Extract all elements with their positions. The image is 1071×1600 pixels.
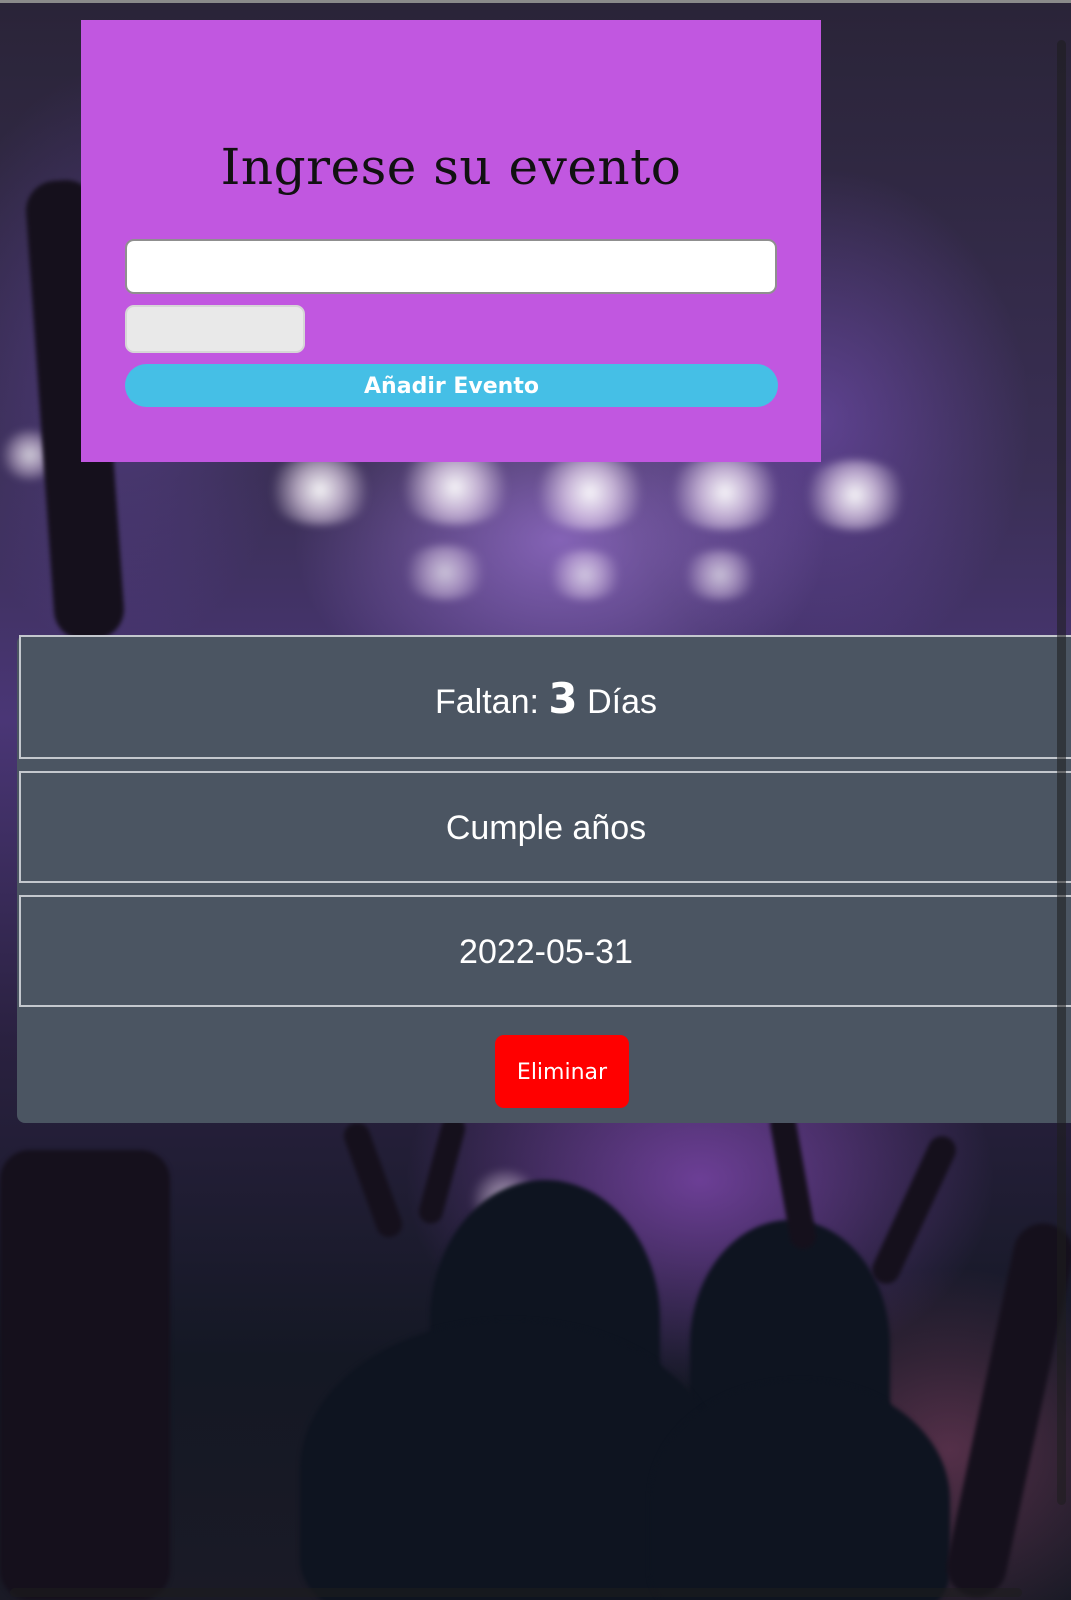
event-date: 2022-05-31	[459, 933, 633, 971]
countdown-suffix: Días	[587, 683, 657, 721]
event-name-input[interactable]	[125, 239, 777, 294]
horizontal-scrollbar[interactable]	[10, 1588, 1022, 1597]
event-card: Faltan: 3 Días Cumple años 2022-05-31 El…	[17, 635, 1071, 1123]
event-date-input[interactable]	[125, 305, 305, 353]
countdown-prefix: Faltan:	[434, 683, 539, 721]
vertical-scrollbar[interactable]	[1057, 40, 1066, 1505]
countdown-row: Faltan: 3 Días	[19, 635, 1071, 759]
days-remaining: 3	[548, 674, 578, 723]
event-date-row: 2022-05-31	[19, 895, 1071, 1007]
event-name: Cumple años	[445, 809, 647, 847]
delete-event-button[interactable]: Eliminar	[495, 1035, 629, 1108]
form-title: Ingrese su evento	[220, 138, 682, 196]
event-name-row: Cumple años	[19, 771, 1071, 883]
add-event-button[interactable]: Añadir Evento	[125, 364, 778, 407]
event-form-card: Ingrese su evento Añadir Evento	[81, 20, 821, 462]
window-top-edge	[0, 0, 1071, 3]
